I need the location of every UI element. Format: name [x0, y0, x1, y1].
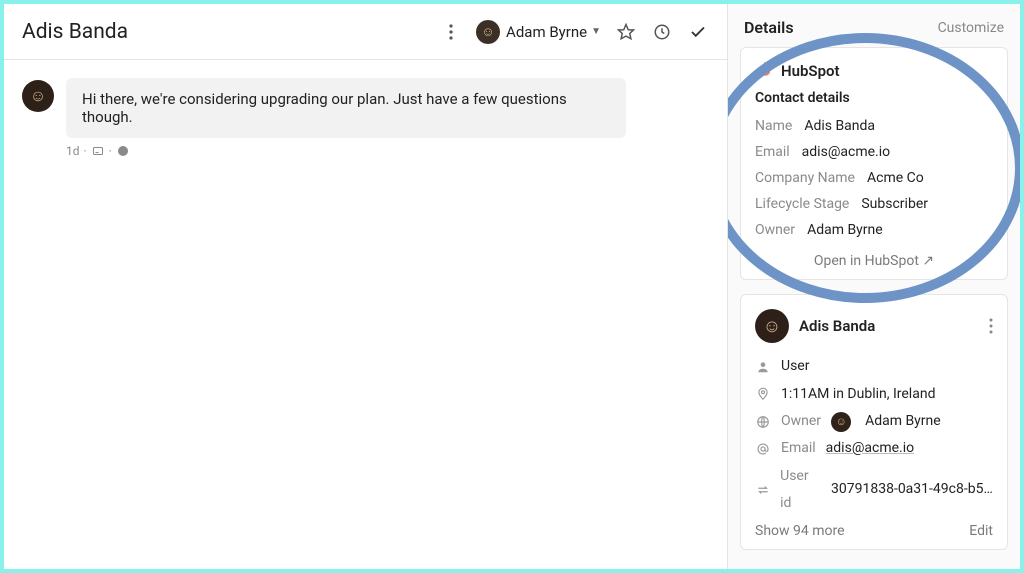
profile-avatar: ☺: [755, 309, 789, 343]
details-title: Details: [744, 18, 794, 37]
close-button[interactable]: [687, 21, 709, 43]
assignee-avatar: ☺: [476, 20, 500, 44]
profile-name: Adis Banda: [799, 317, 875, 335]
message-author-avatar: ☺: [22, 80, 54, 112]
profile-email-row: Email adis@acme.io: [755, 435, 993, 462]
profile-rows: User 1:11AM in Dublin, Ireland Owner ☺ A…: [755, 353, 993, 517]
star-button[interactable]: [615, 21, 637, 43]
profile-userid-row: User id 30791838-0a31-49c8-b58...: [755, 463, 993, 518]
caret-down-icon: ▼: [591, 26, 601, 37]
profile-card-header: ☺ Adis Banda: [755, 309, 993, 343]
hubspot-section-title: Contact details: [755, 90, 993, 106]
edit-link[interactable]: Edit: [969, 523, 993, 539]
hubspot-brand: HubSpot: [781, 62, 840, 80]
swap-icon: [755, 483, 770, 497]
profile-role-row: User: [755, 353, 993, 380]
profile-localtime-row: 1:11AM in Dublin, Ireland: [755, 381, 993, 408]
message-bubble: Hi there, we're considering upgrading ou…: [66, 78, 626, 138]
hubspot-card: HubSpot Contact details Name Adis Banda …: [740, 47, 1008, 280]
pin-icon: [755, 387, 771, 401]
thread: ☺ Hi there, we're considering upgrading …: [4, 60, 727, 176]
profile-card: ☺ Adis Banda User 1:11AM in Dubl: [740, 294, 1008, 550]
globe-icon: [755, 415, 771, 429]
customize-button[interactable]: Customize: [938, 20, 1004, 36]
hubspot-field-email: Email adis@acme.io: [755, 140, 993, 166]
hubspot-field-owner: Owner Adam Byrne: [755, 218, 993, 244]
meta-dot-2: ·: [109, 144, 112, 158]
at-icon: [755, 442, 771, 456]
meta-dot: ·: [84, 144, 87, 158]
show-more-link[interactable]: Show 94 more: [755, 523, 845, 539]
open-in-hubspot-link[interactable]: Open in HubSpot ↗: [755, 243, 993, 269]
hubspot-icon: [755, 62, 773, 80]
user-icon: [755, 360, 771, 374]
profile-email-link[interactable]: adis@acme.io: [826, 435, 914, 462]
message-content: Hi there, we're considering upgrading ou…: [66, 78, 626, 158]
more-options-button[interactable]: [440, 21, 462, 43]
details-sidebar: Details Customize HubSpot Contact detail…: [728, 4, 1020, 569]
hubspot-field-company: Company Name Acme Co: [755, 166, 993, 192]
profile-owner-row: Owner ☺ Adam Byrne: [755, 408, 993, 435]
message-age: 1d: [66, 144, 80, 158]
hubspot-card-header: HubSpot: [755, 62, 993, 80]
main-pane: Adis Banda ☺ Adam Byrne ▼: [4, 4, 728, 569]
owner-avatar: ☺: [831, 412, 851, 432]
message-meta: 1d · ·: [66, 144, 626, 158]
seen-icon: [91, 144, 105, 158]
conversation-header: Adis Banda ☺ Adam Byrne ▼: [4, 4, 727, 60]
snooze-button[interactable]: [651, 21, 673, 43]
message-row: ☺ Hi there, we're considering upgrading …: [22, 78, 709, 158]
header-actions: ☺ Adam Byrne ▼: [440, 20, 709, 44]
details-header: Details Customize: [740, 14, 1008, 47]
profile-card-footer: Show 94 more Edit: [755, 523, 993, 539]
hubspot-field-lifecycle: Lifecycle Stage Subscriber: [755, 192, 993, 218]
info-icon: [116, 144, 130, 158]
profile-card-more-button[interactable]: [989, 318, 993, 334]
assignee-picker[interactable]: ☺ Adam Byrne ▼: [476, 20, 601, 44]
assignee-name: Adam Byrne: [506, 23, 587, 41]
conversation-title: Adis Banda: [22, 20, 440, 44]
hubspot-field-name: Name Adis Banda: [755, 114, 993, 140]
